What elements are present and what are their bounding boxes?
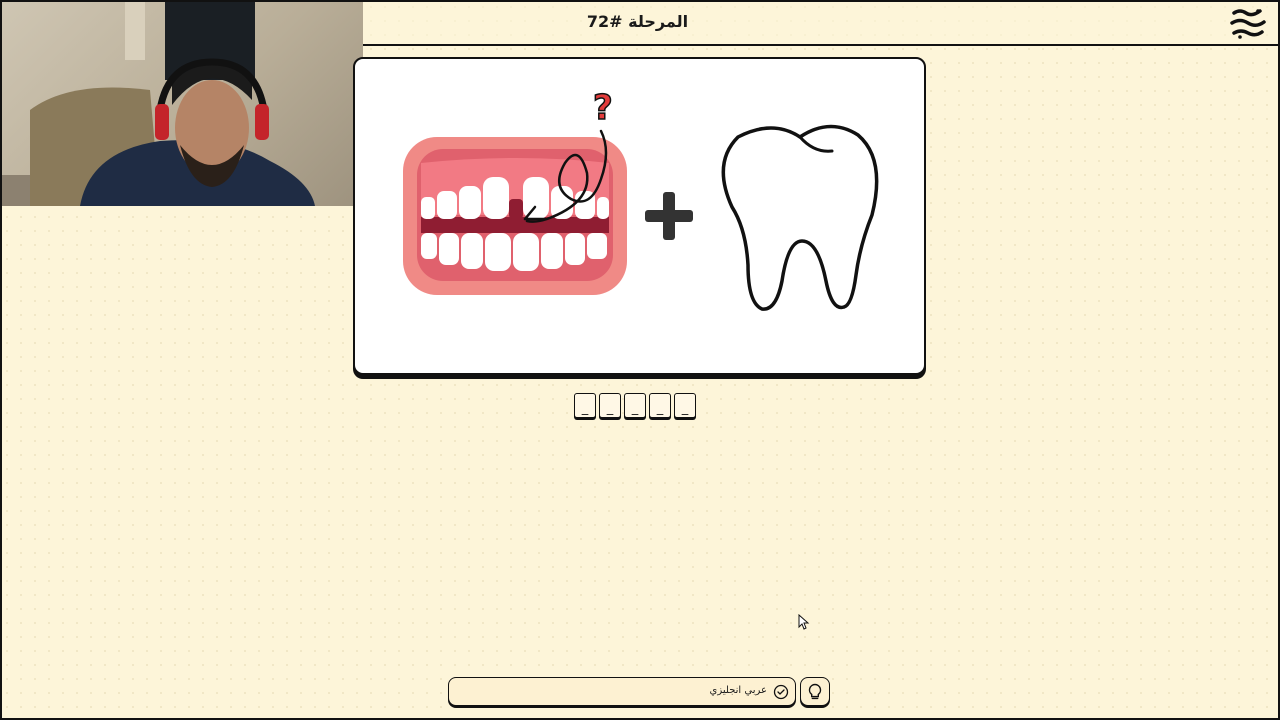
answer-slot[interactable]: _ bbox=[599, 393, 621, 418]
game-logo bbox=[1230, 9, 1266, 39]
language-toggle-button[interactable]: عربي انجليزي bbox=[448, 677, 796, 706]
language-switch-icon bbox=[773, 684, 789, 700]
puzzle-illustration: ? bbox=[403, 87, 879, 311]
answer-slot[interactable]: _ bbox=[674, 393, 696, 418]
lightbulb-icon bbox=[808, 683, 822, 700]
level-title: المرحلة #72 bbox=[586, 12, 689, 31]
answer-slot[interactable]: _ bbox=[649, 393, 671, 418]
answer-slot[interactable]: _ bbox=[574, 393, 596, 418]
language-toggle-label: عربي انجليزي bbox=[709, 685, 767, 696]
webcam-overlay bbox=[0, 0, 363, 206]
hint-button[interactable] bbox=[800, 677, 830, 706]
svg-text:?: ? bbox=[593, 88, 613, 128]
answer-slots: _ _ _ _ _ bbox=[574, 393, 696, 421]
puzzle-image-card: ? bbox=[353, 57, 926, 375]
answer-slot[interactable]: _ bbox=[624, 393, 646, 418]
mouse-cursor-icon bbox=[798, 614, 810, 630]
